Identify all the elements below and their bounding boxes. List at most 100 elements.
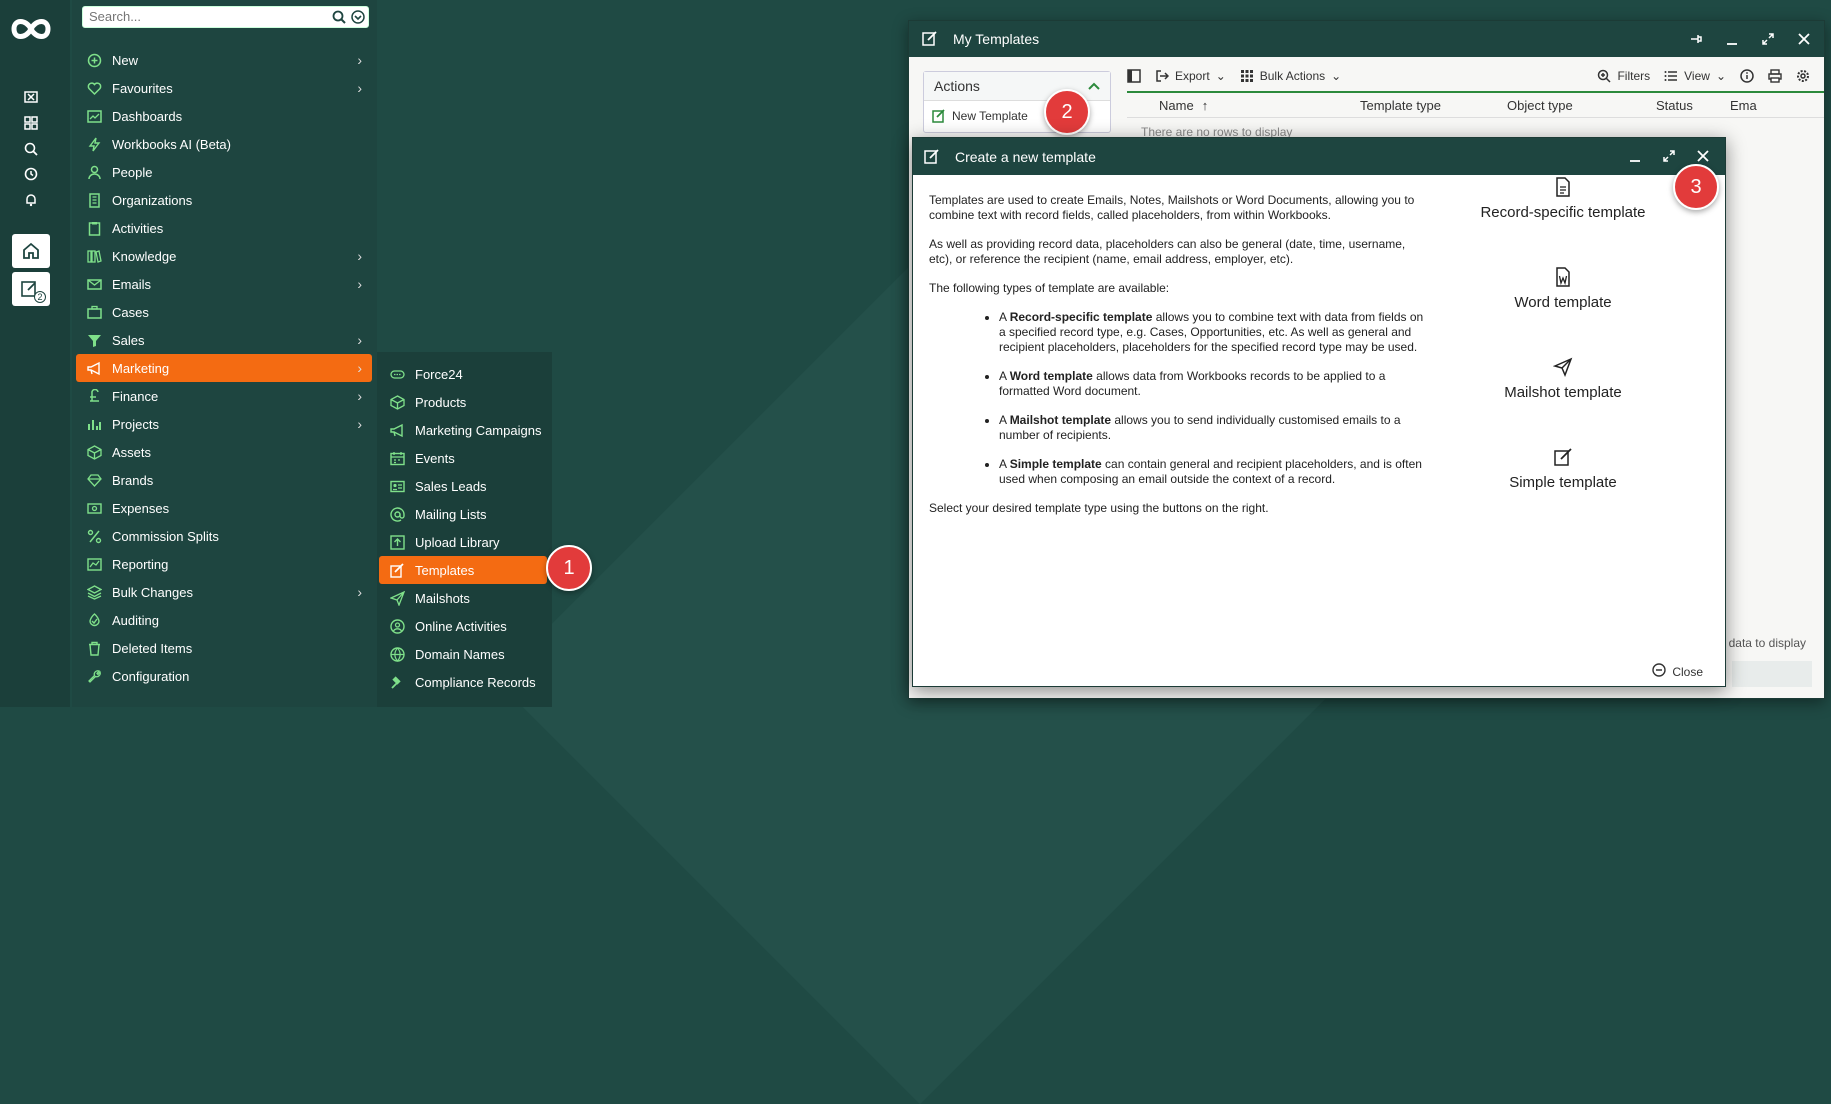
column-template-type[interactable]: Template type xyxy=(1360,98,1441,113)
menu-item-brands[interactable]: Brands xyxy=(76,466,372,494)
settings-icon[interactable] xyxy=(1796,69,1810,83)
box-icon xyxy=(389,394,405,410)
chevron-right-icon: › xyxy=(357,388,362,404)
menu-item-organizations[interactable]: Organizations xyxy=(76,186,372,214)
submenu-item-marketing-campaigns[interactable]: Marketing Campaigns xyxy=(379,416,552,444)
simple-template-button[interactable]: Simple template xyxy=(1443,433,1683,503)
info-icon[interactable] xyxy=(1740,69,1754,83)
menu-item-dashboards[interactable]: Dashboards xyxy=(76,102,372,130)
menu-item-expenses[interactable]: Expenses xyxy=(76,494,372,522)
close-icon[interactable] xyxy=(1794,29,1814,49)
gavel-icon xyxy=(389,674,405,690)
menu-item-favourites[interactable]: Favourites › xyxy=(76,74,372,102)
menu-item-emails[interactable]: Emails › xyxy=(76,270,372,298)
submenu-item-online-activities[interactable]: Online Activities xyxy=(379,612,552,640)
column-object-type[interactable]: Object type xyxy=(1507,98,1573,113)
search-icon[interactable] xyxy=(20,138,42,160)
submenu-item-force24[interactable]: Force24 xyxy=(379,360,552,388)
percent-icon xyxy=(86,528,102,544)
menu-item-activities[interactable]: Activities xyxy=(76,214,372,242)
chart-bar-icon xyxy=(86,416,102,432)
chevron-down-icon[interactable] xyxy=(349,8,367,26)
menu-item-projects[interactable]: Projects › xyxy=(76,410,372,438)
menu-item-marketing[interactable]: Marketing › xyxy=(76,354,372,382)
submenu-item-sales-leads[interactable]: Sales Leads xyxy=(379,472,552,500)
menu-item-label: Bulk Changes xyxy=(112,584,193,600)
pin-icon[interactable] xyxy=(1686,29,1706,49)
menu-item-commission-splits[interactable]: Commission Splits xyxy=(76,522,372,550)
minimize-icon[interactable] xyxy=(1722,29,1742,49)
dialog-close-button[interactable]: Close xyxy=(1652,663,1703,680)
submenu-item-compliance-records[interactable]: Compliance Records xyxy=(379,668,552,696)
mailshot-template-button[interactable]: Mailshot template xyxy=(1443,343,1683,413)
heart-icon xyxy=(86,80,102,96)
print-icon[interactable] xyxy=(1768,69,1782,83)
menu-item-new[interactable]: New › xyxy=(76,46,372,74)
menu-item-bulk-changes[interactable]: Bulk Changes › xyxy=(76,578,372,606)
maximize-icon[interactable] xyxy=(1758,29,1778,49)
chevron-up-icon[interactable] xyxy=(1088,78,1100,94)
menu-item-reporting[interactable]: Reporting xyxy=(76,550,372,578)
pound-icon xyxy=(86,388,102,404)
submenu-item-label: Mailshots xyxy=(415,590,470,606)
column-name[interactable]: Name ↑ xyxy=(1159,98,1208,113)
submenu-item-mailing-lists[interactable]: Mailing Lists xyxy=(379,500,552,528)
menu-item-people[interactable]: People xyxy=(76,158,372,186)
callout-three: 3 xyxy=(1673,164,1719,210)
money-icon xyxy=(86,500,102,516)
column-status[interactable]: Status xyxy=(1656,98,1693,113)
menu-item-label: Projects xyxy=(112,416,159,432)
bullet-prefix: A xyxy=(999,457,1010,471)
submenu-item-mailshots[interactable]: Mailshots xyxy=(379,584,552,612)
word-template-button[interactable]: Word template xyxy=(1443,253,1683,323)
menu-item-assets[interactable]: Assets xyxy=(76,438,372,466)
menu-item-label: People xyxy=(112,164,153,180)
close-icon[interactable] xyxy=(1693,146,1713,166)
mailshot-template-label: Mailshot template xyxy=(1504,383,1622,401)
menu-item-label: Knowledge xyxy=(112,248,177,264)
export-button[interactable]: Export ⌄ xyxy=(1155,69,1226,83)
bell-icon[interactable] xyxy=(20,189,42,211)
at-icon xyxy=(389,506,405,522)
app-logo xyxy=(11,19,51,39)
submenu-item-upload-library[interactable]: Upload Library xyxy=(379,528,552,556)
menu-item-finance[interactable]: Finance › xyxy=(76,382,372,410)
menu-item-sales[interactable]: Sales › xyxy=(76,326,372,354)
submenu-item-domain-names[interactable]: Domain Names xyxy=(379,640,552,668)
search-input[interactable] xyxy=(83,7,325,25)
menu-item-auditing[interactable]: Auditing xyxy=(76,606,372,634)
menu-item-label: Favourites xyxy=(112,80,173,96)
create-template-dialog: Create a new template Templates are used… xyxy=(912,137,1726,687)
submenu-item-events[interactable]: Events xyxy=(379,444,552,472)
panel-toggle-icon[interactable] xyxy=(1127,69,1141,83)
template-type-bullet: A Word template allows data from Workboo… xyxy=(999,369,1429,399)
view-button[interactable]: View ⌄ xyxy=(1664,69,1726,83)
close-tab-icon[interactable] xyxy=(20,86,42,108)
person-icon xyxy=(86,164,102,180)
word-template-label: Word template xyxy=(1514,293,1612,311)
home-icon[interactable] xyxy=(12,234,50,268)
bullet-prefix: A xyxy=(999,369,1010,383)
filters-button[interactable]: Filters xyxy=(1597,69,1650,83)
grid-icon[interactable] xyxy=(20,112,42,134)
menu-item-cases[interactable]: Cases xyxy=(76,298,372,326)
record-specific-template-button[interactable]: Record-specific template xyxy=(1443,163,1683,233)
submenu-item-label: Compliance Records xyxy=(415,674,536,690)
menu-item-configuration[interactable]: Configuration xyxy=(76,662,372,690)
chevron-right-icon: › xyxy=(357,248,362,264)
submenu-item-products[interactable]: Products xyxy=(379,388,552,416)
search-icon[interactable] xyxy=(330,8,348,26)
report-icon xyxy=(86,556,102,572)
menu-item-knowledge[interactable]: Knowledge › xyxy=(76,242,372,270)
placeholder-paragraph: As well as providing record data, placeh… xyxy=(929,237,1406,266)
chevron-down-icon: ⌄ xyxy=(1715,69,1726,83)
column-email[interactable]: Ema xyxy=(1730,98,1757,113)
menu-item-deleted-items[interactable]: Deleted Items xyxy=(76,634,372,662)
clock-icon[interactable] xyxy=(20,163,42,185)
bulk-actions-button[interactable]: Bulk Actions ⌄ xyxy=(1240,69,1341,83)
templates-tab-icon[interactable]: 2 xyxy=(12,272,50,306)
menu-item-workbooks-ai-beta[interactable]: Workbooks AI (Beta) xyxy=(76,130,372,158)
dialog-title: Create a new template xyxy=(955,148,1096,165)
menu-item-label: Dashboards xyxy=(112,108,183,124)
submenu-item-templates[interactable]: Templates xyxy=(379,556,547,584)
